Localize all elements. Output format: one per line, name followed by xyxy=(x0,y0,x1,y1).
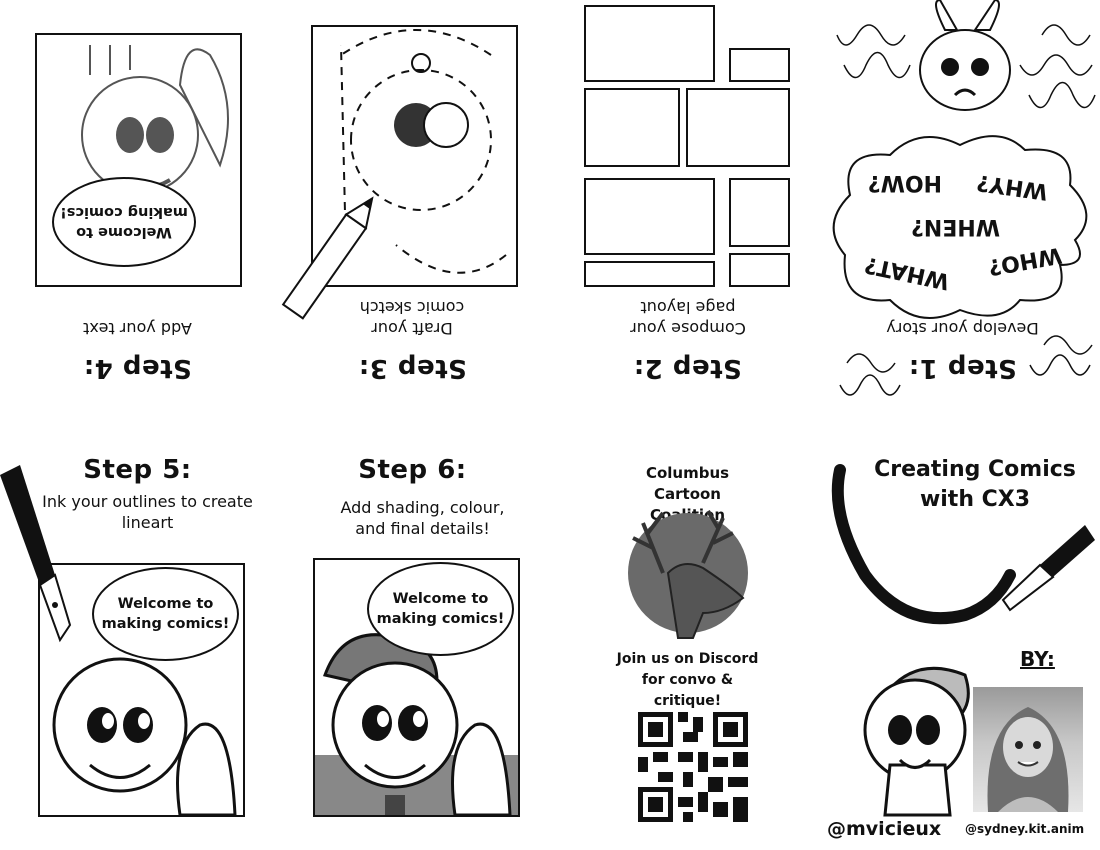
page-layout-diagram xyxy=(580,5,790,287)
thought-word-who: WHO? xyxy=(986,241,1064,280)
step-4-description: Add your text xyxy=(83,319,192,338)
step-2-title: Step 2: xyxy=(633,353,742,383)
step-4-comic-frame: Welcome to making comics! xyxy=(35,33,242,287)
step-6-description: Add shading, colour, and final details! xyxy=(340,498,505,538)
step-4-panel: Step 4: Add your text Welcome to making … xyxy=(0,0,275,425)
step-4-speech-bubble: Welcome to making comics! xyxy=(52,177,196,267)
layout-box xyxy=(729,178,790,247)
step-1-panel: Step 1: Develop your story WHO? WHAT? WH… xyxy=(825,0,1100,425)
by-label: BY: xyxy=(1020,647,1055,671)
layout-box xyxy=(686,88,790,167)
layout-box xyxy=(584,261,715,287)
handle-main: @mvicieux xyxy=(827,818,942,840)
thought-word-how: HOW? xyxy=(867,170,942,195)
layout-box xyxy=(584,88,680,167)
step-5-panel: Step 5: Ink your outlines to create line… xyxy=(0,425,275,850)
step-2-description: Compose your page layout xyxy=(630,298,746,338)
layout-box xyxy=(584,178,715,255)
cartoon-self-portrait xyxy=(863,666,970,817)
qr-code xyxy=(638,712,748,822)
step-6-comic-frame: Welcome to making comics! xyxy=(313,558,520,817)
step-6-speech-bubble: Welcome to making comics! xyxy=(367,562,514,656)
step-3-panel: Step 3: Draft your comic sketch xyxy=(275,0,550,425)
thought-word-why: WHY? xyxy=(975,169,1050,204)
step-4-title: Step 4: xyxy=(83,353,192,383)
cover-panel: Creating Comics with CX3 BY: @mvicieux @… xyxy=(825,425,1100,850)
step-2-panel: Step 2: Compose your page layout xyxy=(550,0,825,425)
author-photo xyxy=(973,687,1083,812)
step-5-speech-bubble: Welcome to making comics! xyxy=(92,567,239,661)
layout-box xyxy=(584,5,715,82)
bunny-character xyxy=(919,0,1011,111)
author-photo-figure xyxy=(987,707,1069,812)
step-3-title: Step 3: xyxy=(358,353,467,383)
handle-secondary: @sydney.kit.anim xyxy=(965,822,1085,836)
pencil-icon xyxy=(281,196,374,320)
layout-box xyxy=(729,253,790,287)
thought-word-when: WHEN? xyxy=(911,214,1000,239)
club-panel: Columbus Cartoon Coalition Join us on Di… xyxy=(550,425,825,850)
step-6-title: Step 6: xyxy=(358,455,467,485)
stag-logo-icon xyxy=(628,509,748,639)
thought-words: WHO? WHAT? WHEN? WHY? HOW? xyxy=(855,155,1070,293)
step-3-comic-frame xyxy=(281,25,518,320)
discord-invite-text: Join us on Discord for convo & critique! xyxy=(616,651,759,709)
layout-box xyxy=(729,48,790,82)
step-6-panel: Step 6: Add shading, colour, and final d… xyxy=(275,425,550,850)
ink-pen-icon xyxy=(0,465,72,643)
